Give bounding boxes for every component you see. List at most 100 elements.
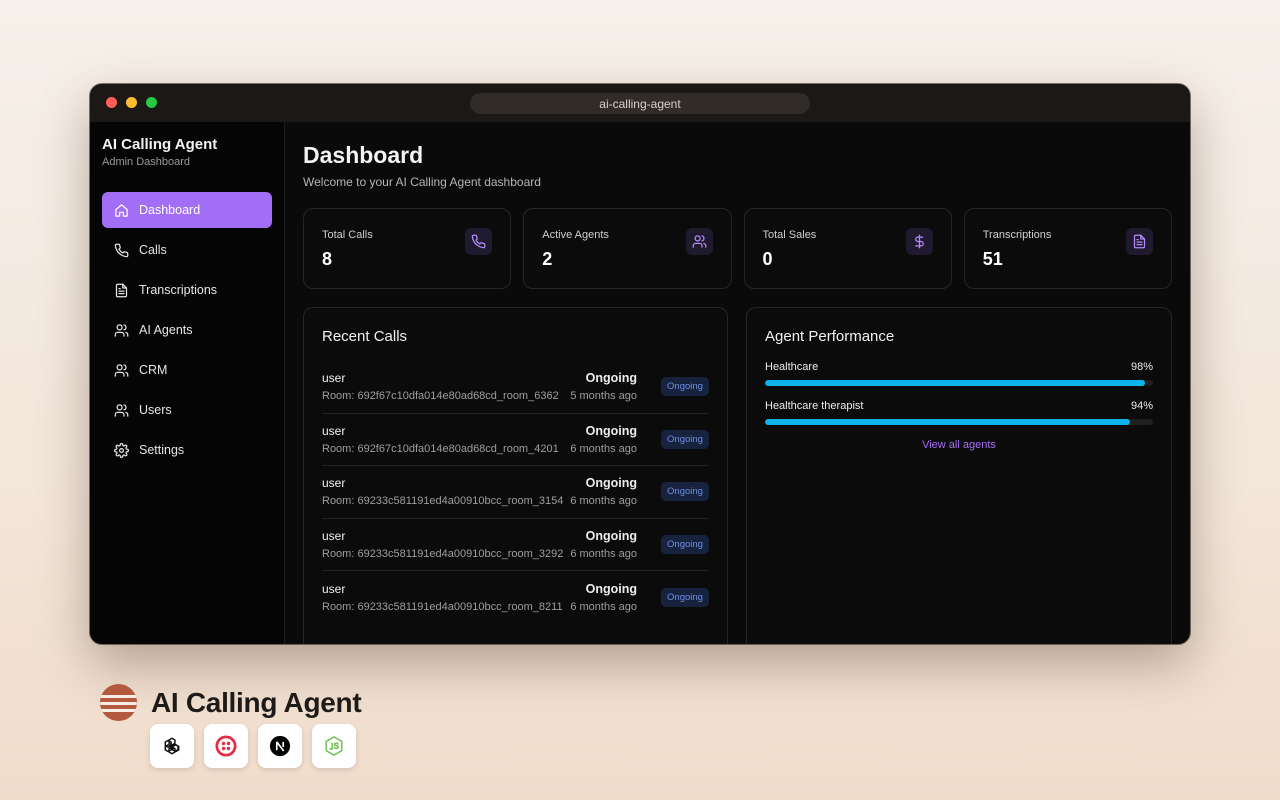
call-status: Ongoing <box>585 528 637 543</box>
app-body: AI Calling Agent Admin Dashboard Dashboa… <box>90 122 1190 644</box>
title-bar: ai-calling-agent <box>90 84 1190 122</box>
page-title: Dashboard <box>303 142 424 168</box>
sidebar: AI Calling Agent Admin Dashboard Dashboa… <box>90 122 285 644</box>
panels-row: Recent Calls user Room: 692f67c10dfa014e… <box>303 307 1172 644</box>
call-row[interactable]: user Room: 69233c581191ed4a00910bcc_room… <box>322 571 709 624</box>
sidebar-item-label: Users <box>139 403 172 417</box>
call-room: Room: 69233c581191ed4a00910bcc_room_3292 <box>322 547 564 560</box>
document-icon <box>1126 228 1153 255</box>
twilio-icon <box>204 724 248 768</box>
sidebar-item-label: CRM <box>139 363 168 377</box>
call-user: user <box>322 423 346 438</box>
sidebar-subtitle: Admin Dashboard <box>102 156 191 168</box>
call-room: Room: 692f67c10dfa014e80ad68cd_room_4201 <box>322 442 559 455</box>
stat-card-total-sales: Total Sales 0 <box>743 208 952 289</box>
nextjs-icon <box>258 724 302 768</box>
stats-row: Total Calls 8 Active Agents 2 Total Sale… <box>303 208 1172 289</box>
call-time: 6 months ago <box>570 495 637 508</box>
agent-percent: 94% <box>1130 400 1153 412</box>
close-window-button[interactable] <box>106 97 117 108</box>
sidebar-item-settings[interactable]: Settings <box>102 432 272 468</box>
brand-logo-icon <box>100 684 137 721</box>
maximize-window-button[interactable] <box>146 97 157 108</box>
address-bar[interactable]: ai-calling-agent <box>470 93 810 114</box>
stat-card-total-calls: Total Calls 8 <box>303 208 512 289</box>
sidebar-item-label: AI Agents <box>139 323 193 337</box>
agent-performance-list: Healthcare 98% Healthcare therapist 94% <box>765 361 1153 425</box>
users-icon <box>114 363 129 377</box>
call-row[interactable]: user Room: 69233c581191ed4a00910bcc_room… <box>322 466 709 519</box>
stat-card-transcriptions: Transcriptions 51 <box>963 208 1172 289</box>
document-icon <box>115 283 128 297</box>
progress-fill <box>765 380 1146 386</box>
call-user: user <box>322 528 346 543</box>
call-time: 5 months ago <box>570 390 637 403</box>
window-controls <box>106 97 157 108</box>
agent-performance-title: Agent Performance <box>765 328 895 345</box>
progress-bar <box>765 419 1153 425</box>
phone-icon <box>114 243 129 257</box>
call-room: Room: 69233c581191ed4a00910bcc_room_8211 <box>322 600 563 613</box>
progress-bar <box>765 380 1153 386</box>
call-row[interactable]: user Room: 69233c581191ed4a00910bcc_room… <box>322 519 709 571</box>
agent-name: Healthcare <box>765 361 819 373</box>
agent-performance-panel: Agent Performance Healthcare 98% Healthc… <box>746 307 1172 644</box>
agent-performance-item: Healthcare 98% <box>765 361 1153 386</box>
sidebar-nav: Dashboard Calls Transcriptions AI Agents… <box>102 192 272 468</box>
call-user: user <box>322 581 346 596</box>
call-status: Ongoing <box>585 423 637 438</box>
call-status: Ongoing <box>585 581 637 596</box>
sidebar-item-transcriptions[interactable]: Transcriptions <box>102 272 272 308</box>
call-user: user <box>322 371 346 386</box>
users-icon <box>685 228 713 255</box>
agent-percent: 98% <box>1130 361 1153 373</box>
sidebar-item-crm[interactable]: CRM <box>102 352 272 388</box>
sidebar-item-users[interactable]: Users <box>102 392 272 428</box>
sidebar-item-dashboard[interactable]: Dashboard <box>102 192 272 228</box>
status-badge: Ongoing <box>661 377 709 397</box>
agent-performance-item: Healthcare therapist 94% <box>765 400 1153 425</box>
stat-card-active-agents: Active Agents 2 <box>523 208 732 289</box>
call-time: 6 months ago <box>570 547 637 560</box>
sidebar-item-label: Settings <box>139 443 185 457</box>
recent-calls-title: Recent Calls <box>322 328 408 345</box>
app-window: ai-calling-agent AI Calling Agent Admin … <box>90 84 1190 644</box>
home-icon <box>115 203 128 217</box>
tech-stack <box>150 724 356 768</box>
sidebar-item-ai-agents[interactable]: AI Agents <box>102 312 272 348</box>
dollar-icon <box>905 228 933 255</box>
view-all-agents-link[interactable]: View all agents <box>765 439 1153 451</box>
nodejs-icon <box>312 724 356 768</box>
footer-title: AI Calling Agent <box>151 686 362 718</box>
sidebar-title: AI Calling Agent <box>102 136 218 153</box>
users-icon <box>114 403 129 417</box>
recent-calls-panel: Recent Calls user Room: 692f67c10dfa014e… <box>303 307 728 644</box>
footer-brand: AI Calling Agent <box>100 684 362 721</box>
status-badge: Ongoing <box>661 587 709 607</box>
call-time: 6 months ago <box>570 600 637 613</box>
recent-calls-list: user Room: 692f67c10dfa014e80ad68cd_room… <box>322 361 709 624</box>
call-row[interactable]: user Room: 692f67c10dfa014e80ad68cd_room… <box>322 361 709 414</box>
call-user: user <box>322 476 346 491</box>
minimize-window-button[interactable] <box>126 97 137 108</box>
status-badge: Ongoing <box>661 534 709 554</box>
phone-icon <box>465 228 493 255</box>
sidebar-item-calls[interactable]: Calls <box>102 232 272 268</box>
sidebar-item-label: Calls <box>139 243 167 257</box>
call-room: Room: 692f67c10dfa014e80ad68cd_room_6362 <box>322 390 559 403</box>
agent-name: Healthcare therapist <box>765 400 864 412</box>
call-room: Room: 69233c581191ed4a00910bcc_room_3154 <box>322 495 564 508</box>
main-content: Dashboard Welcome to your AI Calling Age… <box>285 122 1190 644</box>
gear-icon <box>114 442 129 458</box>
status-badge: Ongoing <box>661 429 709 449</box>
sidebar-item-label: Transcriptions <box>139 283 218 297</box>
progress-fill <box>765 419 1130 425</box>
status-badge: Ongoing <box>661 482 709 502</box>
call-status: Ongoing <box>585 476 637 491</box>
call-row[interactable]: user Room: 692f67c10dfa014e80ad68cd_room… <box>322 414 709 466</box>
users-icon <box>114 323 129 337</box>
call-time: 6 months ago <box>570 442 637 455</box>
openai-icon <box>150 724 194 768</box>
page-subtitle: Welcome to your AI Calling Agent dashboa… <box>303 175 541 189</box>
call-status: Ongoing <box>585 371 637 386</box>
